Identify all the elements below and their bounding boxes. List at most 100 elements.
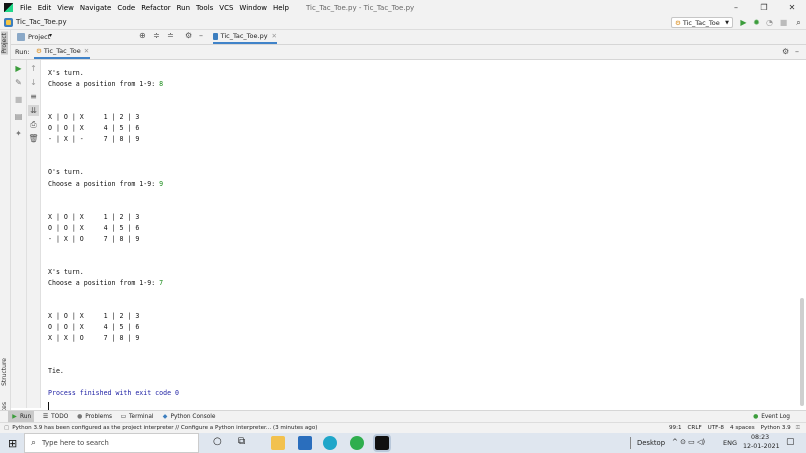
language-indicator[interactable]: ENG bbox=[723, 439, 737, 447]
gear-icon[interactable]: ⚙ bbox=[782, 47, 789, 56]
edge-icon[interactable] bbox=[323, 436, 337, 450]
pycharm-taskbar-icon[interactable] bbox=[373, 434, 391, 452]
scroll-up-icon[interactable]: ↑ bbox=[28, 63, 39, 74]
divider bbox=[630, 437, 631, 449]
desktop-toolbar[interactable]: Desktop bbox=[637, 439, 665, 447]
chevron-down-icon[interactable]: ▾ bbox=[49, 32, 52, 39]
tab-todo[interactable]: ☰ TODO bbox=[42, 413, 68, 420]
chrome-icon[interactable] bbox=[350, 436, 364, 450]
console-line-text: X | O | X 1 | 2 | 3 bbox=[48, 212, 140, 221]
console-output[interactable]: X's turn. Choose a position from 1-9: 8 X … bbox=[41, 60, 798, 411]
expand-all-icon[interactable]: ≐ bbox=[167, 31, 174, 40]
notification-icon[interactable]: ▢ bbox=[786, 437, 795, 447]
console-line: - | X | - 7 | 8 | 9 bbox=[48, 135, 139, 143]
close-icon[interactable]: ✕ bbox=[84, 47, 89, 55]
close-button[interactable]: ✕ bbox=[778, 0, 806, 15]
console-line-text: Choose a position from 1-9: bbox=[48, 278, 160, 287]
structure-tool-tab[interactable]: Structure bbox=[1, 358, 8, 386]
breadcrumb[interactable]: Tic_Tac_Toe.py bbox=[16, 18, 67, 26]
minimize-button[interactable]: – bbox=[722, 0, 750, 15]
mail-icon[interactable] bbox=[298, 436, 312, 450]
problems-icon: ● bbox=[77, 413, 83, 420]
console-line: X | O | X 1 | 2 | 3 bbox=[48, 213, 139, 221]
print-icon[interactable]: ⎙ bbox=[28, 119, 39, 130]
menu-run[interactable]: Run bbox=[174, 4, 193, 12]
console-line: Choose a position from 1-9: 8 bbox=[48, 80, 163, 88]
console-toolbar: ↑ ↓ ≡ ⇊ ⎙ 🗑 bbox=[27, 60, 41, 408]
hide-icon[interactable]: – bbox=[199, 31, 203, 40]
run-toolbar: ▶ ✎ ■ ▤ ✦ bbox=[11, 60, 27, 408]
tab-event-log[interactable]: ● Event Log bbox=[752, 413, 790, 420]
scroll-to-end-icon[interactable]: ⇊ bbox=[28, 105, 39, 116]
menu-help[interactable]: Help bbox=[270, 4, 292, 12]
console-line: X | O | X 1 | 2 | 3 bbox=[48, 113, 139, 121]
stop-icon[interactable]: ■ bbox=[779, 18, 788, 27]
tab-todo-label: TODO bbox=[51, 413, 69, 420]
soft-wrap-icon[interactable]: ≡ bbox=[28, 91, 39, 102]
tab-terminal[interactable]: ▭ Terminal bbox=[120, 413, 154, 420]
menu-view[interactable]: View bbox=[54, 4, 77, 12]
search-icon[interactable]: ⌕ bbox=[794, 18, 803, 27]
taskbar-search[interactable]: ⌕ Type here to search bbox=[24, 433, 199, 453]
menu-refactor[interactable]: Refactor bbox=[138, 4, 173, 12]
status-message[interactable]: Python 3.9 has been configured as the pr… bbox=[12, 425, 317, 431]
layout-icon[interactable]: ▤ bbox=[13, 111, 24, 122]
pycharm-logo-icon bbox=[4, 3, 13, 12]
python-icon: ◆ bbox=[162, 413, 168, 420]
menu-vcs[interactable]: VCS bbox=[216, 4, 236, 12]
locate-icon[interactable]: ⊕ bbox=[139, 31, 146, 40]
menu-tools[interactable]: Tools bbox=[193, 4, 216, 12]
file-explorer-icon[interactable] bbox=[271, 436, 285, 450]
rerun-icon[interactable]: ▶ bbox=[13, 63, 24, 74]
pin-icon[interactable]: ✦ bbox=[13, 128, 24, 139]
tab-editor-file[interactable]: Tic_Tac_Toe.py ✕ bbox=[213, 30, 277, 44]
cortana-icon[interactable]: ○ bbox=[213, 436, 222, 447]
console-scrollbar[interactable] bbox=[800, 298, 804, 406]
line-separator[interactable]: CRLF bbox=[688, 425, 702, 431]
menu-window[interactable]: Window bbox=[236, 4, 270, 12]
interpreter-status[interactable]: Python 3.9 bbox=[761, 425, 791, 431]
tab-run[interactable]: ▶ Run bbox=[8, 411, 35, 422]
config-icon: ⚙ bbox=[675, 18, 681, 27]
console-line-text: O | O | X 4 | 5 | 6 bbox=[48, 323, 140, 332]
menu-file[interactable]: File bbox=[17, 4, 35, 12]
menu-edit[interactable]: Edit bbox=[35, 4, 55, 12]
console-line: O's turn. bbox=[48, 168, 84, 176]
debug-icon[interactable]: ✹ bbox=[752, 18, 761, 27]
windows-start-icon[interactable]: ⊞ bbox=[8, 437, 17, 450]
clock-date[interactable]: 12-01-2021 bbox=[743, 443, 780, 450]
run-icon[interactable]: ▶ bbox=[739, 18, 748, 27]
trash-icon[interactable]: 🗑 bbox=[28, 133, 39, 144]
file-encoding[interactable]: UTF-8 bbox=[708, 425, 724, 431]
menu-code[interactable]: Code bbox=[114, 4, 138, 12]
close-icon[interactable]: ✕ bbox=[272, 32, 277, 40]
lock-icon[interactable]: ⚿ bbox=[796, 425, 800, 432]
hide-icon[interactable]: – bbox=[795, 47, 799, 56]
gear-icon[interactable]: ⚙ bbox=[185, 31, 192, 40]
console-line-text: O | O | X 4 | 5 | 6 bbox=[48, 223, 140, 232]
project-selector[interactable]: Project bbox=[28, 33, 50, 41]
stop-icon[interactable]: ■ bbox=[13, 94, 24, 105]
tab-problems[interactable]: ● Problems bbox=[76, 413, 112, 420]
event-log-icon: ● bbox=[753, 413, 759, 420]
task-view-icon[interactable]: ⧉ bbox=[238, 436, 245, 447]
tab-terminal-label: Terminal bbox=[129, 413, 154, 420]
console-line: X's turn. bbox=[48, 268, 84, 276]
collapse-all-icon[interactable]: ≑ bbox=[153, 31, 160, 40]
python-file-icon bbox=[213, 32, 218, 40]
maximize-button[interactable]: ❐ bbox=[750, 0, 778, 15]
indent-setting[interactable]: 4 spaces bbox=[730, 425, 755, 431]
wrench-icon[interactable]: ✎ bbox=[13, 77, 24, 88]
tab-run-tic-tac-toe[interactable]: ⚙ Tic_Tac_Toe ✕ bbox=[34, 45, 90, 59]
run-configuration-select[interactable]: ⚙ Tic_Tac_Toe ▼ bbox=[671, 17, 733, 28]
menu-navigate[interactable]: Navigate bbox=[77, 4, 114, 12]
caret-position[interactable]: 99:1 bbox=[669, 425, 682, 431]
project-tool-tab[interactable]: Project bbox=[1, 32, 8, 55]
system-tray-icons[interactable]: ^ ⊙ ▭ ◁) bbox=[672, 438, 705, 446]
coverage-icon[interactable]: ◔ bbox=[765, 18, 774, 27]
tab-problems-label: Problems bbox=[85, 413, 112, 420]
tab-python-console[interactable]: ◆ Python Console bbox=[162, 413, 216, 420]
console-line: X | O | X 1 | 2 | 3 bbox=[48, 312, 139, 320]
clock-time[interactable]: 08:23 bbox=[751, 434, 769, 441]
scroll-down-icon[interactable]: ↓ bbox=[28, 77, 39, 88]
